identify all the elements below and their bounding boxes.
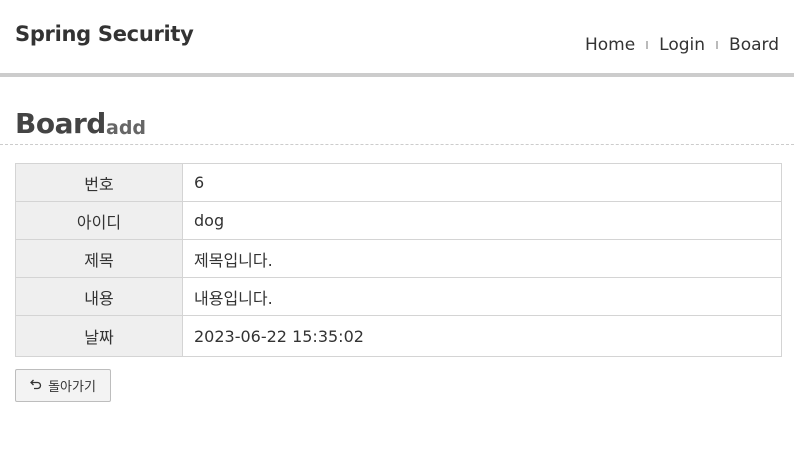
table-row: 번호 6 xyxy=(15,163,782,202)
row-value: 내용입니다. xyxy=(182,277,782,316)
nav-divider xyxy=(646,41,649,49)
nav-board[interactable]: Board xyxy=(729,35,779,55)
top-header: Spring Security Home Login Board xyxy=(0,0,794,77)
row-value: 2023-06-22 15:35:02 xyxy=(182,315,782,357)
page-title: Board xyxy=(15,107,106,140)
back-button[interactable]: 돌아가기 xyxy=(15,369,111,402)
row-label: 제목 xyxy=(15,239,183,278)
undo-arrow-icon xyxy=(30,378,42,394)
table-row: 제목 제목입니다. xyxy=(15,239,782,278)
page-subtitle: add xyxy=(106,117,147,139)
table-row: 날짜 2023-06-22 15:35:02 xyxy=(15,315,782,357)
back-button-label: 돌아가기 xyxy=(48,380,96,395)
nav-divider xyxy=(716,41,719,49)
row-label: 아이디 xyxy=(15,201,183,240)
row-label: 번호 xyxy=(15,163,183,202)
row-value: dog xyxy=(182,201,782,240)
page-heading: Board add xyxy=(0,107,794,145)
board-detail-table: 번호 6 아이디 dog 제목 제목입니다. 내용 내용입니다. 날짜 2023… xyxy=(15,163,782,357)
row-value: 6 xyxy=(182,163,782,202)
top-nav: Home Login Board xyxy=(585,35,779,55)
table-row: 아이디 dog xyxy=(15,201,782,240)
row-value: 제목입니다. xyxy=(182,239,782,278)
row-label: 내용 xyxy=(15,277,183,316)
nav-home[interactable]: Home xyxy=(585,35,635,55)
table-row: 내용 내용입니다. xyxy=(15,277,782,316)
nav-login[interactable]: Login xyxy=(659,35,705,55)
brand-title[interactable]: Spring Security xyxy=(15,22,194,46)
row-label: 날짜 xyxy=(15,315,183,357)
